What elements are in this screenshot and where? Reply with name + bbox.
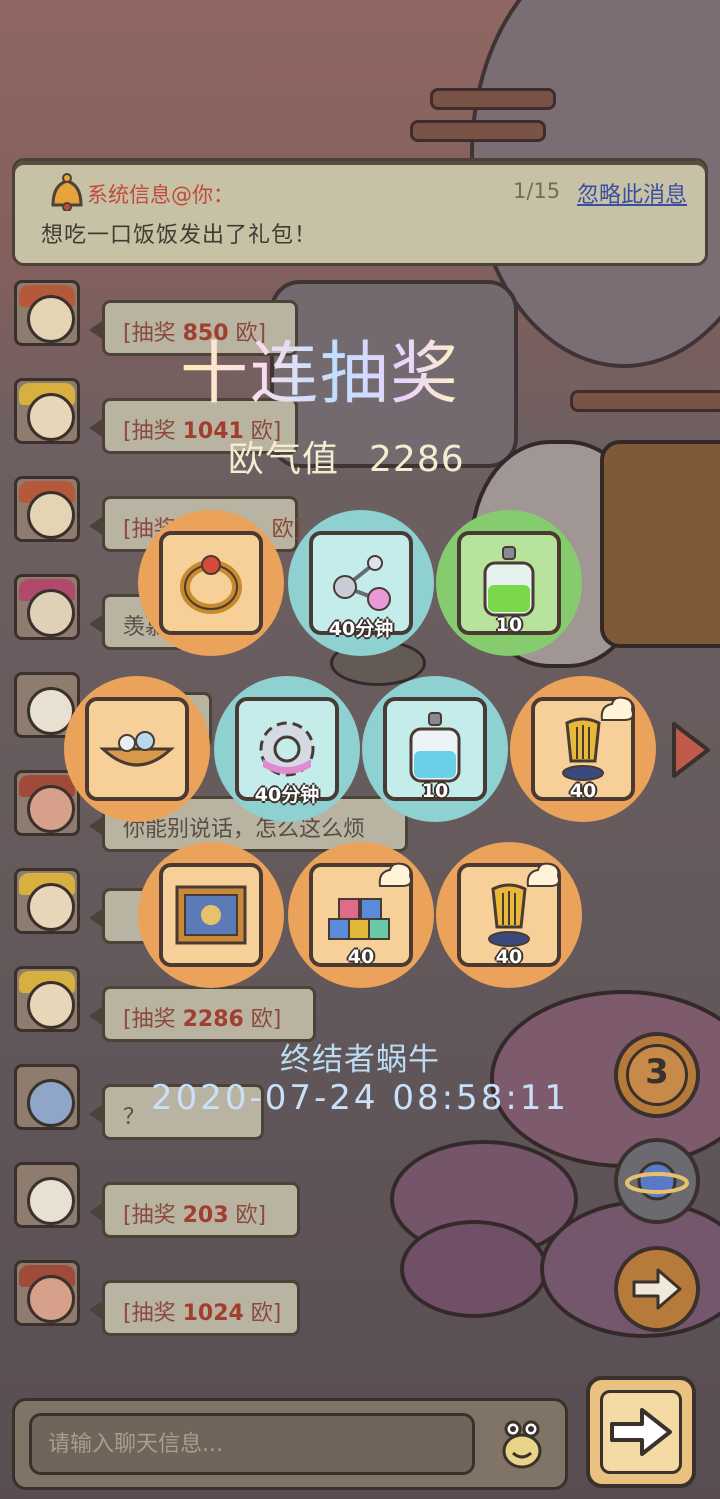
planet-icon bbox=[625, 1161, 689, 1201]
avatar-face bbox=[27, 785, 75, 833]
reward-item-harp-trophy[interactable]: 40 bbox=[510, 676, 656, 822]
emoji-icon[interactable] bbox=[493, 1415, 551, 1473]
chat-text: [抽奖 bbox=[123, 1203, 183, 1228]
reward-item-green-potion[interactable]: 10 bbox=[436, 510, 582, 656]
reward-tile bbox=[159, 863, 263, 967]
lottery-timestamp: 2020-07-24 08:58:11 bbox=[150, 1078, 570, 1118]
send-button[interactable] bbox=[586, 1376, 696, 1488]
sparkle-icon bbox=[600, 696, 634, 721]
chat-input-bar bbox=[12, 1398, 568, 1490]
luck-value: 2286 bbox=[369, 439, 465, 480]
reward-quantity: 40 bbox=[347, 946, 375, 968]
reward-item-blue-potion[interactable]: 10 bbox=[362, 676, 508, 822]
chat-amount: 203 bbox=[182, 1203, 229, 1228]
count-badge-button[interactable]: 3 bbox=[614, 1032, 700, 1118]
reward-tile bbox=[85, 697, 189, 801]
boat-icon bbox=[99, 731, 175, 767]
lottery-title: 十连抽奖 bbox=[180, 318, 460, 417]
avatar[interactable] bbox=[14, 868, 80, 934]
reward-item-boat[interactable] bbox=[64, 676, 210, 822]
avatar[interactable] bbox=[14, 476, 80, 542]
chat-bubble[interactable]: [抽奖 203 欧] bbox=[89, 1182, 300, 1238]
chat-text: [抽奖 bbox=[123, 419, 183, 444]
bell-icon bbox=[51, 173, 83, 211]
chat-text: 欧] bbox=[228, 1203, 267, 1228]
reward-item-ring[interactable] bbox=[138, 510, 284, 656]
chat-text: [抽奖 bbox=[123, 1301, 183, 1326]
luck-value-row: 欧气值 2286 bbox=[228, 430, 465, 482]
chat-input[interactable] bbox=[29, 1413, 475, 1475]
ignore-message-link[interactable]: 忽略此消息 bbox=[577, 177, 687, 209]
system-message-title: 系统信息@你： bbox=[87, 183, 234, 207]
avatar[interactable] bbox=[14, 1162, 80, 1228]
chat-bubble[interactable]: [抽奖 1024 欧] bbox=[89, 1280, 300, 1336]
chat-text: 你能别说话，怎么这么烦 bbox=[123, 817, 366, 842]
arrow-right-icon bbox=[632, 1268, 682, 1310]
reward-quantity: 10 bbox=[421, 780, 449, 802]
avatar-face bbox=[27, 295, 75, 343]
reward-item-gear[interactable]: 40分钟 bbox=[214, 676, 360, 822]
chat-text: [抽奖 bbox=[123, 1007, 183, 1032]
avatar-face bbox=[27, 1177, 75, 1225]
avatar[interactable] bbox=[14, 1260, 80, 1326]
next-arrow-icon[interactable] bbox=[668, 718, 714, 782]
luck-label: 欧气值 bbox=[228, 439, 340, 480]
avatar-face bbox=[27, 491, 75, 539]
sparkle-icon bbox=[526, 862, 560, 887]
painting-icon bbox=[175, 885, 247, 945]
avatar[interactable] bbox=[14, 280, 80, 346]
reward-item-harp-trophy[interactable]: 40 bbox=[436, 842, 582, 988]
count-badge: 3 bbox=[645, 1052, 669, 1092]
chat-text: 欧] bbox=[271, 517, 303, 542]
avatar-face bbox=[27, 393, 75, 441]
avatar-face bbox=[27, 589, 75, 637]
chat-amount: 2286 bbox=[182, 1007, 244, 1032]
winner-name: 终结者蜗牛 bbox=[280, 1042, 440, 1078]
reward-tile bbox=[159, 531, 263, 635]
avatar[interactable] bbox=[14, 966, 80, 1032]
chat-text: [抽奖 bbox=[123, 321, 183, 346]
gear-icon bbox=[259, 721, 315, 777]
ring-icon bbox=[180, 555, 242, 614]
send-button-inner bbox=[600, 1390, 682, 1474]
green-potion-icon bbox=[483, 546, 535, 617]
reward-quantity: 40分钟 bbox=[328, 618, 394, 640]
reward-item-molecule[interactable]: 40分钟 bbox=[288, 510, 434, 656]
chat-amount: 1024 bbox=[182, 1301, 244, 1326]
reward-quantity: 10 bbox=[495, 614, 523, 636]
reward-item-blocks[interactable]: 40 bbox=[288, 842, 434, 988]
system-message-text: 想吃一口饭饭发出了礼包！ bbox=[41, 223, 318, 248]
avatar-face bbox=[27, 883, 75, 931]
reward-quantity: 40 bbox=[569, 780, 597, 802]
molecule-icon bbox=[333, 555, 391, 611]
send-arrow-icon bbox=[610, 1408, 672, 1456]
blue-potion-icon bbox=[409, 712, 461, 783]
sparkle-icon bbox=[378, 862, 412, 887]
system-message-bar: 系统信息@你： 1/15 忽略此消息 想吃一口饭饭发出了礼包！ bbox=[12, 158, 708, 266]
chat-text: 欧] bbox=[243, 1007, 282, 1032]
reward-item-painting[interactable] bbox=[138, 842, 284, 988]
chat-text: 欧] bbox=[243, 1301, 282, 1326]
reward-quantity: 40 bbox=[495, 946, 523, 968]
exit-button[interactable] bbox=[614, 1246, 700, 1332]
avatar[interactable] bbox=[14, 378, 80, 444]
message-counter: 1/15 bbox=[513, 179, 561, 203]
avatar-face bbox=[27, 981, 75, 1029]
reward-quantity: 40分钟 bbox=[254, 784, 320, 806]
avatar-face bbox=[27, 1275, 75, 1323]
avatar[interactable] bbox=[14, 574, 80, 640]
planet-button[interactable] bbox=[614, 1138, 700, 1224]
